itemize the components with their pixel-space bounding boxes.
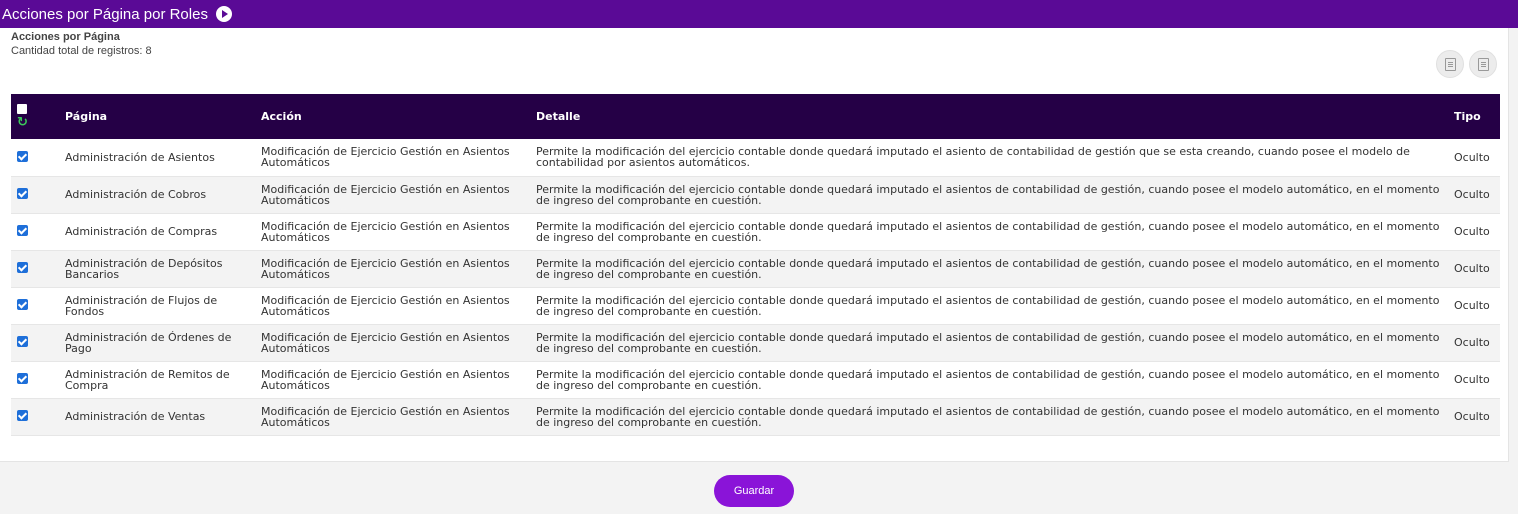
table-row[interactable]: Administración de Depósitos Bancarios Mo… [11, 250, 1500, 287]
cell-tipo: Oculto [1454, 262, 1490, 275]
export-csv-button[interactable] [1469, 50, 1497, 78]
row-checkbox[interactable] [17, 150, 28, 162]
cell-tipo: Oculto [1454, 150, 1490, 164]
cell-detalle: Permite la modificación del ejercicio co… [536, 404, 1440, 429]
cell-detalle: Permite la modificación del ejercicio co… [536, 367, 1440, 392]
cell-detalle: Permite la modificación del ejercicio co… [536, 182, 1440, 207]
cell-detalle: Permite la modificación del ejercicio co… [536, 293, 1440, 318]
cell-accion: Modificación de Ejercicio Gestión en Asi… [261, 293, 510, 318]
column-header-accion[interactable]: Acción [255, 94, 530, 139]
table-row[interactable]: Administración de Órdenes de Pago Modifi… [11, 324, 1500, 361]
cell-pagina: Administración de Flujos de Fondos [65, 293, 218, 318]
row-checkbox[interactable] [17, 410, 28, 421]
row-checkbox[interactable] [17, 299, 28, 310]
excel-icon [1444, 57, 1456, 71]
save-button[interactable]: Guardar [714, 475, 794, 507]
cell-accion: Modificación de Ejercicio Gestión en Asi… [261, 256, 510, 281]
column-header-detalle[interactable]: Detalle [530, 94, 1448, 139]
cell-accion: Modificación de Ejercicio Gestión en Asi… [261, 145, 510, 170]
section-subtitle: Acciones por Página [11, 31, 120, 43]
cell-tipo: Oculto [1454, 299, 1490, 312]
cell-pagina: Administración de Ventas [65, 410, 206, 423]
cell-accion: Modificación de Ejercicio Gestión en Asi… [261, 404, 510, 429]
table-row[interactable]: Administración de Compras Modificación d… [11, 213, 1500, 250]
page-title: Acciones por Página por Roles [2, 5, 208, 23]
table-row[interactable]: Administración de Cobros Modificación de… [11, 176, 1500, 213]
table-row[interactable]: Administración de Flujos de Fondos Modif… [11, 287, 1500, 324]
table-row[interactable]: Administración de Ventas Modificación de… [11, 398, 1500, 435]
page-header: Acciones por Página por Roles [0, 0, 1518, 28]
column-header-tipo[interactable]: Tipo [1448, 94, 1500, 139]
cell-detalle: Permite la modificación del ejercicio co… [536, 145, 1410, 170]
cell-accion: Modificación de Ejercicio Gestión en Asi… [261, 182, 510, 207]
cell-tipo: Oculto [1454, 410, 1490, 423]
content-panel: Acciones por Página Cantidad total de re… [0, 28, 1509, 462]
cell-tipo: Oculto [1454, 225, 1490, 238]
csv-icon [1477, 57, 1489, 71]
column-header-pagina[interactable]: Página [59, 94, 255, 139]
select-all-checkbox[interactable] [17, 104, 27, 114]
cell-pagina: Administración de Compras [65, 225, 218, 238]
row-checkbox[interactable] [17, 262, 28, 273]
cell-detalle: Permite la modificación del ejercicio co… [536, 219, 1440, 244]
cell-pagina: Administración de Órdenes de Pago [65, 330, 232, 355]
cell-pagina: Administración de Depósitos Bancarios [65, 256, 223, 281]
refresh-icon[interactable]: ↻ [17, 116, 53, 129]
export-excel-button[interactable] [1436, 50, 1464, 78]
table-row[interactable]: Administración de Remitos de Compra Modi… [11, 361, 1500, 398]
row-checkbox[interactable] [17, 225, 28, 236]
cell-detalle: Permite la modificación del ejercicio co… [536, 330, 1440, 355]
row-checkbox[interactable] [17, 188, 28, 199]
cell-detalle: Permite la modificación del ejercicio co… [536, 256, 1440, 281]
cell-tipo: Oculto [1454, 336, 1490, 349]
cell-tipo: Oculto [1454, 373, 1490, 386]
table-header-row: ↻ Página Acción Detalle Tipo [11, 94, 1500, 139]
cell-pagina: Administración de Cobros [65, 188, 207, 201]
select-all-cell: ↻ [11, 94, 59, 139]
cell-pagina: Administración de Asientos [65, 150, 215, 164]
row-checkbox[interactable] [17, 373, 28, 384]
table-row[interactable]: Administración de Asientos Modificación … [11, 139, 1500, 176]
play-icon[interactable] [215, 6, 232, 22]
cell-pagina: Administración de Remitos de Compra [65, 367, 230, 392]
cell-accion: Modificación de Ejercicio Gestión en Asi… [261, 330, 510, 355]
cell-accion: Modificación de Ejercicio Gestión en Asi… [261, 219, 510, 244]
cell-tipo: Oculto [1454, 188, 1490, 201]
row-checkbox[interactable] [17, 336, 28, 347]
actions-table: ↻ Página Acción Detalle Tipo Administrac… [11, 94, 1500, 436]
cell-accion: Modificación de Ejercicio Gestión en Asi… [261, 367, 510, 392]
record-count: Cantidad total de registros: 8 [11, 45, 152, 57]
